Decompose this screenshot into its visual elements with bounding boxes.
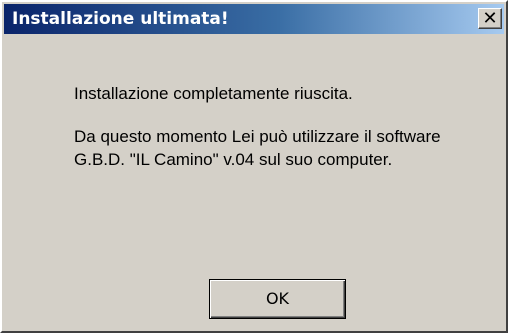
usage-message: Da questo momento Lei può utilizzare il …	[74, 127, 441, 169]
close-icon: ✕	[482, 8, 498, 29]
dialog-title: Installazione ultimata!	[12, 9, 229, 29]
ok-button[interactable]: OK	[209, 279, 346, 319]
success-message: Installazione completamente riuscita.	[74, 84, 353, 103]
message-area: Installazione completamente riuscita. Da…	[74, 82, 494, 171]
title-bar[interactable]: Installazione ultimata! ✕	[4, 4, 504, 34]
close-button[interactable]: ✕	[478, 8, 502, 29]
installation-complete-dialog: Installazione ultimata! ✕ Installazione …	[0, 0, 508, 333]
